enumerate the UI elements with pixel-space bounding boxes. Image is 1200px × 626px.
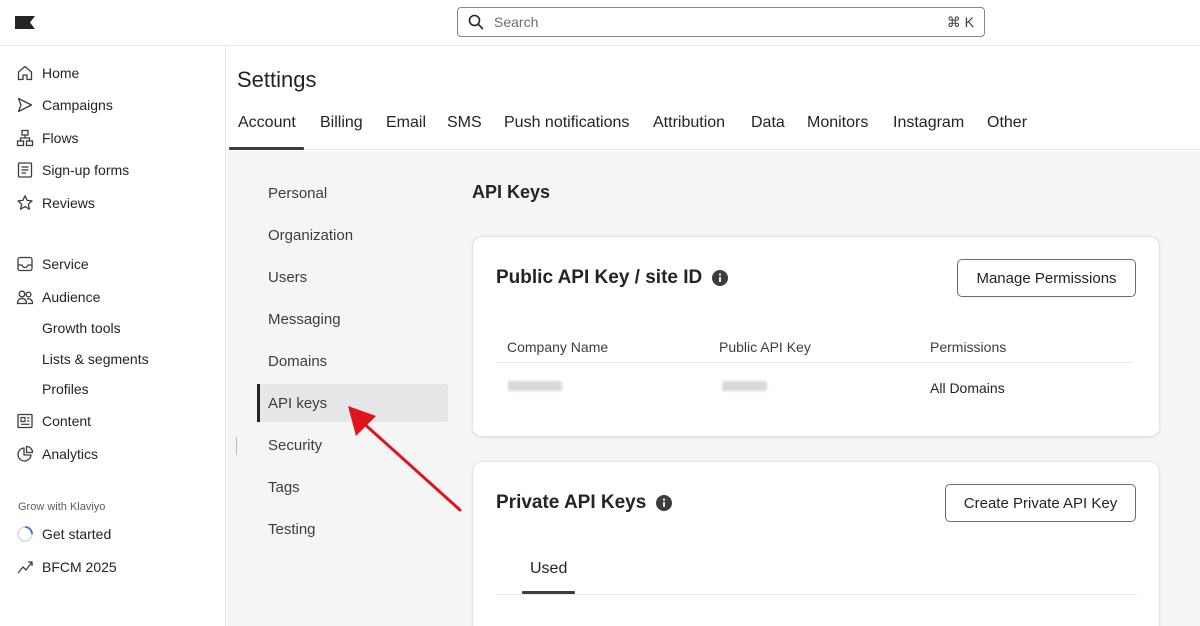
audience-icon <box>16 288 34 306</box>
public-key-title-text: Public API Key / site ID <box>496 267 703 288</box>
sidebar-item-service[interactable]: Service <box>16 253 89 275</box>
subnav-security[interactable]: Security <box>268 437 322 454</box>
grow-caption: Grow with Klaviyo <box>18 501 106 513</box>
flows-icon <box>16 129 34 147</box>
tab-email[interactable]: Email <box>386 114 426 132</box>
tab-push-notifications[interactable]: Push notifications <box>504 114 629 132</box>
public-api-key-card: Public API Key / site ID Manage Permissi… <box>472 236 1160 437</box>
manage-permissions-button[interactable]: Manage Permissions <box>957 259 1136 297</box>
tab-billing[interactable]: Billing <box>320 114 363 132</box>
create-private-api-key-button[interactable]: Create Private API Key <box>945 484 1136 522</box>
subnav-domains[interactable]: Domains <box>268 353 327 370</box>
tab-data[interactable]: Data <box>751 114 785 132</box>
star-icon <box>16 194 34 212</box>
permissions-value: All Domains <box>930 380 1005 396</box>
subnav-tags[interactable]: Tags <box>268 479 300 496</box>
top-bar: Search ⌘ K <box>0 0 1200 46</box>
content-icon <box>16 412 34 430</box>
annotation-arrow-icon <box>348 406 462 512</box>
sidebar-item-flows[interactable]: Flows <box>16 127 79 149</box>
sidebar-item-label: Sign-up forms <box>42 162 130 178</box>
subnav-testing[interactable]: Testing <box>268 521 316 538</box>
sidebar-item-audience[interactable]: Audience <box>16 286 100 308</box>
scroll-marker <box>236 437 237 455</box>
column-header-public-api-key: Public API Key <box>719 339 811 355</box>
sidebar-item-label: Campaigns <box>42 97 113 113</box>
sidebar-item-label: Home <box>42 65 80 81</box>
progress-ring-icon <box>16 525 34 543</box>
info-icon[interactable] <box>712 270 729 286</box>
private-api-keys-card: Private API Keys Create Private API Key … <box>472 461 1160 626</box>
sidebar-item-label: Get started <box>42 526 112 542</box>
form-icon <box>16 161 34 179</box>
section-title: API Keys <box>472 182 551 202</box>
tab-used[interactable]: Used <box>530 560 567 578</box>
page-title: Settings <box>237 67 317 92</box>
private-keys-card-title: Private API Keys <box>496 492 673 514</box>
subnav-organization[interactable]: Organization <box>268 227 353 244</box>
sidebar-item-bfcm[interactable]: BFCM 2025 <box>16 556 117 578</box>
inbox-icon <box>16 255 34 273</box>
tab-attribution[interactable]: Attribution <box>653 114 725 132</box>
search-icon <box>468 14 484 30</box>
sidebar-item-analytics[interactable]: Analytics <box>16 443 98 465</box>
search-input[interactable]: Search ⌘ K <box>457 7 985 37</box>
public-key-card-title: Public API Key / site ID <box>496 267 729 289</box>
home-icon <box>16 64 34 82</box>
tab-account[interactable]: Account <box>238 114 296 132</box>
sidebar-item-label: Content <box>42 413 92 429</box>
sidebar-subitem-profiles[interactable]: Profiles <box>42 381 89 397</box>
tab-monitors[interactable]: Monitors <box>807 114 868 132</box>
tabs-divider <box>496 594 1137 595</box>
analytics-icon <box>16 445 34 463</box>
active-tab-indicator <box>229 147 304 150</box>
table-divider <box>496 362 1132 363</box>
sidebar-item-label: BFCM 2025 <box>42 559 117 575</box>
send-icon <box>16 96 34 114</box>
sidebar-item-sign-up-forms[interactable]: Sign-up forms <box>16 159 129 181</box>
sidebar-item-campaigns[interactable]: Campaigns <box>16 94 113 116</box>
trend-up-icon <box>16 558 34 576</box>
sidebar-item-label: Audience <box>42 289 101 305</box>
sidebar-item-label: Service <box>42 256 89 272</box>
tab-instagram[interactable]: Instagram <box>893 114 964 132</box>
sidebar-item-label: Analytics <box>42 446 99 462</box>
tab-other[interactable]: Other <box>987 114 1027 132</box>
sidebar-item-get-started[interactable]: Get started <box>16 523 111 545</box>
column-header-permissions: Permissions <box>930 339 1007 355</box>
sidebar-subitem-lists-segments[interactable]: Lists & segments <box>42 351 149 367</box>
tab-sms[interactable]: SMS <box>447 114 482 132</box>
sidebar-item-content[interactable]: Content <box>16 410 91 432</box>
subnav-active-bar <box>257 384 260 422</box>
info-icon[interactable] <box>656 495 673 511</box>
sidebar-subitem-growth-tools[interactable]: Growth tools <box>42 320 121 336</box>
sidebar-item-label: Reviews <box>42 195 95 211</box>
klaviyo-logo-icon[interactable] <box>15 16 35 29</box>
subnav-messaging[interactable]: Messaging <box>268 311 341 328</box>
redacted-company-name <box>508 381 562 391</box>
search-placeholder: Search <box>494 14 539 30</box>
sidebar-item-home[interactable]: Home <box>16 62 79 84</box>
subnav-personal[interactable]: Personal <box>268 185 327 202</box>
sidebar-item-label: Flows <box>42 130 79 146</box>
subnav-api-keys[interactable]: API keys <box>268 395 327 412</box>
settings-header <box>227 46 1200 150</box>
private-keys-title-text: Private API Keys <box>496 492 647 513</box>
search-shortcut: ⌘ K <box>946 13 974 30</box>
redacted-public-api-key <box>722 381 767 391</box>
sidebar-item-reviews[interactable]: Reviews <box>16 192 95 214</box>
column-header-company-name: Company Name <box>507 339 609 355</box>
subnav-users[interactable]: Users <box>268 269 307 286</box>
